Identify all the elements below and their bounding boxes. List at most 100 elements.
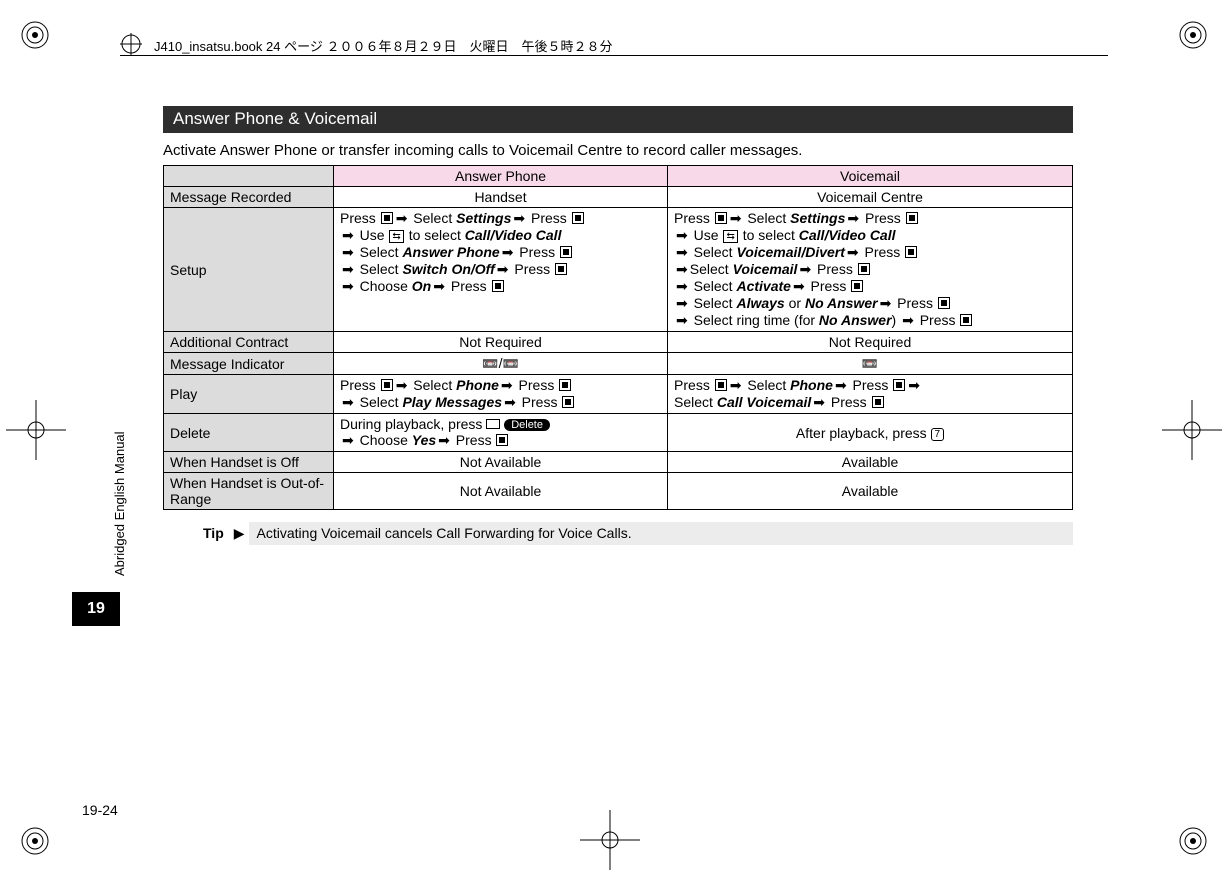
cell-setup-vm: Press ➡ Select Settings➡ Press ➡ Use ⇆ t… <box>668 208 1073 332</box>
row-oor: When Handset is Out-of-Range <box>164 473 334 510</box>
arrow-icon: ➡ <box>396 210 408 226</box>
row-contract: Additional Contract <box>164 332 334 353</box>
arrow-icon: ➡ <box>793 278 805 294</box>
ok-key-icon <box>381 212 393 224</box>
cell-indicator-vm: 📼 <box>668 353 1073 375</box>
print-header-text: J410_insatsu.book 24 ページ ２００６年８月２９日 火曜日 … <box>154 36 1108 55</box>
arrow-icon: ➡ <box>513 210 525 226</box>
mail-key-icon <box>486 419 500 429</box>
cell-off-vm: Available <box>668 452 1073 473</box>
arrow-icon: ➡ <box>676 295 688 311</box>
col-answer-phone: Answer Phone <box>334 166 668 187</box>
ok-key-icon <box>559 379 571 391</box>
register-mark-icon <box>20 826 50 856</box>
header-divider <box>120 55 1108 56</box>
arrow-icon: ➡ <box>342 432 354 448</box>
arrow-icon: ➡ <box>501 377 513 393</box>
arrow-icon: ➡ <box>676 227 688 243</box>
cell-setup-ap: Press ➡ Select Settings➡ Press ➡ Use ⇆ t… <box>334 208 668 332</box>
page-number: 19-24 <box>82 802 118 818</box>
nav-key-icon: ⇆ <box>389 230 403 243</box>
arrow-icon: ➡ <box>835 377 847 393</box>
ok-key-icon <box>496 434 508 446</box>
cell-mr-vm: Voicemail Centre <box>668 187 1073 208</box>
arrow-icon: ➡ <box>433 278 445 294</box>
blank-header <box>164 166 334 187</box>
nav-key-icon: ⇆ <box>723 230 737 243</box>
arrow-icon: ➡ <box>676 312 688 328</box>
arrow-icon: ➡ <box>847 244 859 260</box>
ok-key-icon <box>555 263 567 275</box>
tip-label: Tip <box>203 522 230 545</box>
ok-key-icon <box>960 314 972 326</box>
tip-arrow-icon: ▶ <box>230 522 249 545</box>
crop-mark-icon <box>580 810 640 870</box>
cell-indicator-ap: 📼/📼 <box>334 353 668 375</box>
arrow-icon: ➡ <box>502 244 514 260</box>
arrow-icon: ➡ <box>813 394 825 410</box>
arrow-icon: ➡ <box>504 394 516 410</box>
feature-table: Answer Phone Voicemail Message Recorded … <box>163 165 1073 510</box>
arrow-icon: ➡ <box>676 244 688 260</box>
ok-key-icon <box>906 212 918 224</box>
row-setup: Setup <box>164 208 334 332</box>
ok-key-icon <box>893 379 905 391</box>
cell-off-ap: Not Available <box>334 452 668 473</box>
arrow-icon: ➡ <box>730 377 742 393</box>
ok-key-icon <box>858 263 870 275</box>
row-off: When Handset is Off <box>164 452 334 473</box>
arrow-icon: ➡ <box>396 377 408 393</box>
register-mark-icon <box>1178 20 1208 50</box>
section-title: Answer Phone & Voicemail <box>163 106 1073 133</box>
cell-delete-ap: During playback, press Delete ➡ Choose Y… <box>334 414 668 452</box>
delete-badge: Delete <box>504 419 550 431</box>
cell-delete-vm: After playback, press 7 <box>668 414 1073 452</box>
ok-key-icon <box>715 379 727 391</box>
arrow-icon: ➡ <box>676 261 688 277</box>
ok-key-icon <box>572 212 584 224</box>
cell-play-ap: Press ➡ Select Phone➡ Press ➡ Select Pla… <box>334 375 668 414</box>
arrow-icon: ➡ <box>438 432 450 448</box>
tip-body: Activating Voicemail cancels Call Forwar… <box>249 522 1073 545</box>
ok-key-icon <box>872 396 884 408</box>
row-message-recorded: Message Recorded <box>164 187 334 208</box>
cell-play-vm: Press ➡ Select Phone➡ Press ➡ Select Cal… <box>668 375 1073 414</box>
cell-mr-ap: Handset <box>334 187 668 208</box>
arrow-icon: ➡ <box>908 377 920 393</box>
side-panel: Abridged English Manual 19 <box>72 106 140 626</box>
section-intro: Activate Answer Phone or transfer incomi… <box>163 142 1073 159</box>
arrow-icon: ➡ <box>342 261 354 277</box>
register-mark-icon <box>1178 826 1208 856</box>
arrow-icon: ➡ <box>880 295 892 311</box>
tape-icon: 📼 <box>482 356 498 371</box>
ok-key-icon <box>715 212 727 224</box>
ok-key-icon <box>492 280 504 292</box>
tip-row: Tip ▶ Activating Voicemail cancels Call … <box>203 522 1073 545</box>
arrow-icon: ➡ <box>342 227 354 243</box>
row-play: Play <box>164 375 334 414</box>
ok-key-icon <box>560 246 572 258</box>
arrow-icon: ➡ <box>342 394 354 410</box>
arrow-icon: ➡ <box>342 244 354 260</box>
arrow-icon: ➡ <box>799 261 811 277</box>
arrow-icon: ➡ <box>730 210 742 226</box>
chapter-number: 19 <box>72 592 120 626</box>
cell-oor-vm: Available <box>668 473 1073 510</box>
arrow-icon: ➡ <box>676 278 688 294</box>
cell-contract-vm: Not Required <box>668 332 1073 353</box>
tape-icon: 📼 <box>862 356 878 371</box>
ok-key-icon <box>938 297 950 309</box>
cell-contract-ap: Not Required <box>334 332 668 353</box>
row-delete: Delete <box>164 414 334 452</box>
crop-mark-icon <box>1162 400 1222 460</box>
ok-key-icon <box>905 246 917 258</box>
arrow-icon: ➡ <box>497 261 509 277</box>
key-7-icon: 7 <box>931 428 945 441</box>
col-voicemail: Voicemail <box>668 166 1073 187</box>
crop-mark-icon <box>6 400 66 460</box>
ok-key-icon <box>562 396 574 408</box>
register-mark-icon <box>20 20 50 50</box>
side-label: Abridged English Manual <box>112 356 127 576</box>
row-indicator: Message Indicator <box>164 353 334 375</box>
ok-key-icon <box>381 379 393 391</box>
